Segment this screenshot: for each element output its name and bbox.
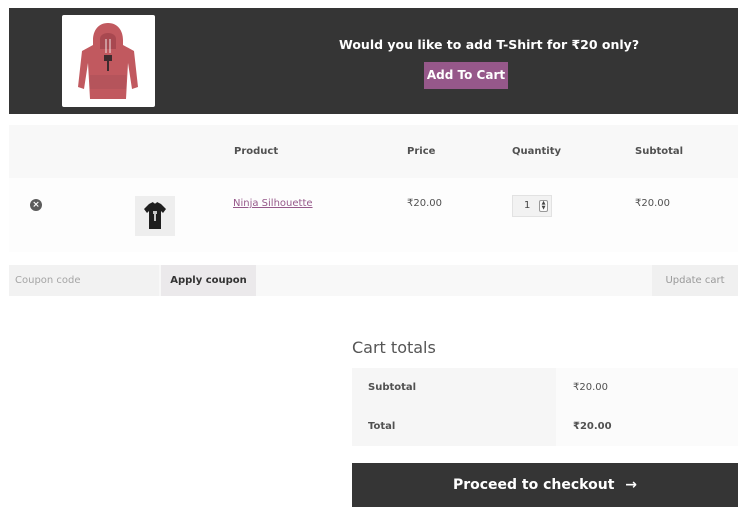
cart-table-header: Product Price Quantity Subtotal: [9, 125, 738, 178]
add-to-cart-button[interactable]: Add To Cart: [424, 62, 508, 89]
product-price: ₹20.00: [407, 198, 442, 209]
table-row: × Ninja Silhouette ₹20.00 1 ▲ ▼ ₹20.00: [9, 178, 738, 252]
cart-totals-title: Cart totals: [352, 338, 436, 357]
remove-icon[interactable]: ×: [30, 199, 42, 211]
upsell-banner: Would you like to add T-Shirt for ₹20 on…: [9, 8, 738, 114]
header-subtotal: Subtotal: [635, 146, 684, 157]
total-value: ₹20.00: [556, 407, 738, 446]
upsell-message: Would you like to add T-Shirt for ₹20 on…: [339, 37, 640, 52]
header-product: Product: [234, 146, 279, 157]
product-name-link[interactable]: Ninja Silhouette: [233, 198, 313, 209]
apply-coupon-button[interactable]: Apply coupon: [161, 265, 256, 296]
total-row: Total ₹20.00: [352, 407, 738, 446]
quantity-value[interactable]: 1: [524, 200, 530, 211]
arrow-right-icon: →: [625, 477, 638, 493]
update-cart-button[interactable]: Update cart: [652, 265, 738, 296]
quantity-stepper[interactable]: 1 ▲ ▼: [512, 195, 552, 217]
header-price: Price: [407, 146, 436, 157]
hoodie-illustration: [78, 23, 138, 99]
header-quantity: Quantity: [512, 146, 561, 157]
cart-table: Product Price Quantity Subtotal × Ninja …: [9, 125, 738, 252]
subtotal-row: Subtotal ₹20.00: [352, 368, 738, 407]
spinner-icon[interactable]: ▲ ▼: [539, 200, 548, 212]
tshirt-illustration: [144, 202, 166, 229]
cart-totals-table: Subtotal ₹20.00 Total ₹20.00: [352, 368, 738, 446]
tshirt-image[interactable]: [135, 196, 175, 236]
product-subtotal: ₹20.00: [635, 198, 670, 209]
total-label: Total: [352, 407, 556, 446]
checkout-label: Proceed to checkout: [452, 477, 615, 493]
proceed-to-checkout-button[interactable]: Proceed to checkout →: [352, 463, 738, 507]
coupon-input[interactable]: [9, 265, 159, 296]
subtotal-value: ₹20.00: [556, 368, 738, 407]
cart-actions: Apply coupon Update cart: [9, 265, 738, 296]
subtotal-label: Subtotal: [352, 368, 556, 407]
hoodie-image: [62, 15, 155, 107]
